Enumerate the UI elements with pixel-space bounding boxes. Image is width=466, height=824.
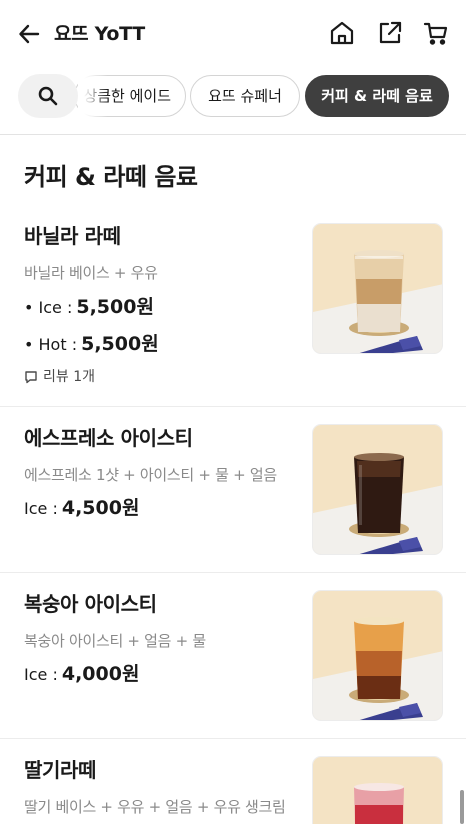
menu-item-name: 딸기라떼 [24,758,96,782]
app-header: 요뜨 YoTT [0,0,466,68]
category-chip-bar: 상큼한 에이드 요뜨 슈페너 커피 & 라떼 음료 [0,74,466,120]
price-label: • Ice : [24,298,73,317]
menu-item-photo [312,590,443,721]
menu-item-name: 에스프레소 아이스티 [24,426,193,450]
menu-item-description: 복숭아 아이스티 + 얼음 + 물 [24,632,206,650]
comment-icon [25,371,37,384]
price-row: Ice :4,000원 [24,662,139,687]
section-title: 커피 & 라떼 음료 [24,163,198,191]
review-label: 리뷰 1개 [43,369,95,385]
price-label: Ice : [24,499,58,518]
price-amount: 4,500원 [61,497,140,519]
menu-item-description: 에스프레소 1샷 + 아이스티 + 물 + 얼음 [24,466,277,484]
search-button[interactable] [18,74,78,118]
menu-item-photo [312,756,443,824]
price-row: • Ice :5,500원 [24,295,154,320]
price-label: Ice : [24,665,58,684]
chip-category-active[interactable]: 커피 & 라떼 음료 [305,75,449,117]
back-arrow-icon[interactable] [16,20,44,48]
chip-scroll-fade [78,74,108,120]
menu-item-name: 바닐라 라떼 [24,224,121,248]
price-row: Ice :4,500원 [24,496,139,521]
menu-item-photo [312,223,443,354]
price-label: • Hot : [24,335,78,354]
price-amount: 5,500원 [81,333,159,355]
review-count[interactable]: 리뷰 1개 [24,367,95,387]
price-amount: 4,000원 [61,663,140,685]
chip-category[interactable]: 요뜨 슈페너 [190,75,300,117]
menu-item[interactable]: 에스프레소 아이스티 에스프레소 1샷 + 아이스티 + 물 + 얼음 Ice … [0,407,466,573]
menu-item[interactable]: 딸기라떼 딸기 베이스 + 우유 + 얼음 + 우유 생크림 [0,739,466,824]
menu-item-description: 바닐라 베이스 + 우유 [24,264,158,282]
menu-item-description: 딸기 베이스 + 우유 + 얼음 + 우유 생크림 [24,798,286,816]
menu-item-photo [312,424,443,555]
menu-item[interactable]: 복숭아 아이스티 복숭아 아이스티 + 얼음 + 물 Ice :4,000원 [0,573,466,739]
menu-item-name: 복숭아 아이스티 [24,592,157,616]
menu-item[interactable]: 바닐라 라떼 바닐라 베이스 + 우유 • Ice :5,500원 • Hot … [0,206,466,407]
search-icon [38,86,58,106]
share-icon[interactable] [376,19,404,47]
cart-icon[interactable] [422,19,450,47]
home-icon[interactable] [328,19,356,47]
page-title: 요뜨 YoTT [54,23,145,45]
price-amount: 5,500원 [76,296,154,318]
divider [0,134,466,135]
scrollbar[interactable] [460,790,464,824]
price-row: • Hot :5,500원 [24,332,159,357]
